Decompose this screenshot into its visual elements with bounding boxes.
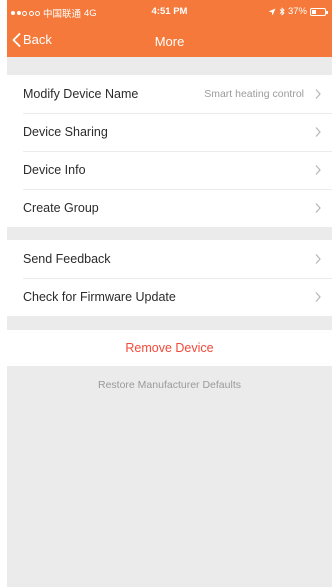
remove-device-button[interactable]: Remove Device [7, 330, 332, 366]
row-label: Modify Device Name [23, 87, 139, 101]
chevron-right-icon [315, 203, 321, 213]
chevron-right-icon [315, 127, 321, 137]
send-feedback-row[interactable]: Send Feedback [7, 240, 332, 278]
battery-icon [310, 7, 328, 16]
nav-bar: Back More [7, 26, 332, 56]
status-bar: 中国联通 4G 4:51 PM 37% [7, 0, 332, 22]
chevron-right-icon [315, 165, 321, 175]
chevron-right-icon [315, 89, 321, 99]
row-label: Send Feedback [23, 252, 111, 266]
device-settings-group: Modify Device Name Smart heating control… [7, 75, 332, 227]
header: 中国联通 4G 4:51 PM 37% Back More [7, 0, 332, 57]
status-right: 37% [268, 6, 328, 17]
restore-defaults-button[interactable]: Restore Manufacturer Defaults [7, 379, 332, 391]
chevron-right-icon [315, 254, 321, 264]
device-sharing-row[interactable]: Device Sharing [7, 113, 332, 151]
app-screen: 中国联通 4G 4:51 PM 37% Back More Modify Dev… [7, 0, 332, 587]
firmware-update-row[interactable]: Check for Firmware Update [7, 278, 332, 316]
remove-device-group: Remove Device [7, 330, 332, 366]
row-label: Check for Firmware Update [23, 290, 176, 304]
battery-level-fill [312, 9, 316, 14]
support-group: Send Feedback Check for Firmware Update [7, 240, 332, 316]
device-name-value: Smart heating control [204, 88, 304, 100]
location-arrow-icon [268, 8, 276, 15]
battery-percent: 37% [287, 6, 307, 17]
row-label: Create Group [23, 201, 99, 215]
chevron-right-icon [315, 292, 321, 302]
device-info-row[interactable]: Device Info [7, 151, 332, 189]
page-title: More [154, 34, 185, 49]
row-label: Device Info [23, 163, 86, 177]
create-group-row[interactable]: Create Group [7, 189, 332, 227]
modify-device-name-row[interactable]: Modify Device Name Smart heating control [7, 75, 332, 113]
bluetooth-icon [279, 7, 285, 16]
row-label: Device Sharing [23, 125, 108, 139]
